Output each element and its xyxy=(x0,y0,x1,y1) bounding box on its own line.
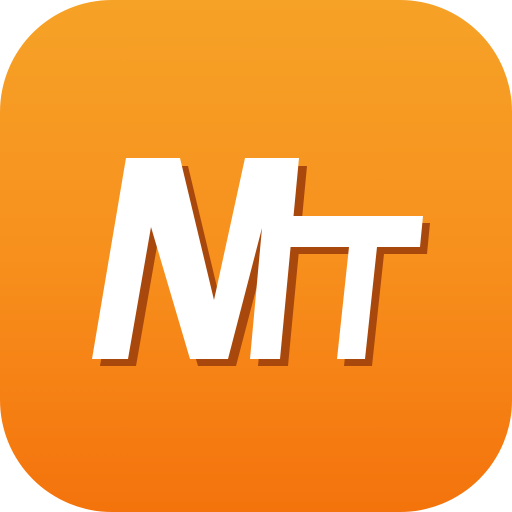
mt-logo-icon xyxy=(92,158,430,366)
letter-t xyxy=(276,216,423,359)
app-icon xyxy=(0,0,512,512)
letter-m xyxy=(92,158,299,359)
